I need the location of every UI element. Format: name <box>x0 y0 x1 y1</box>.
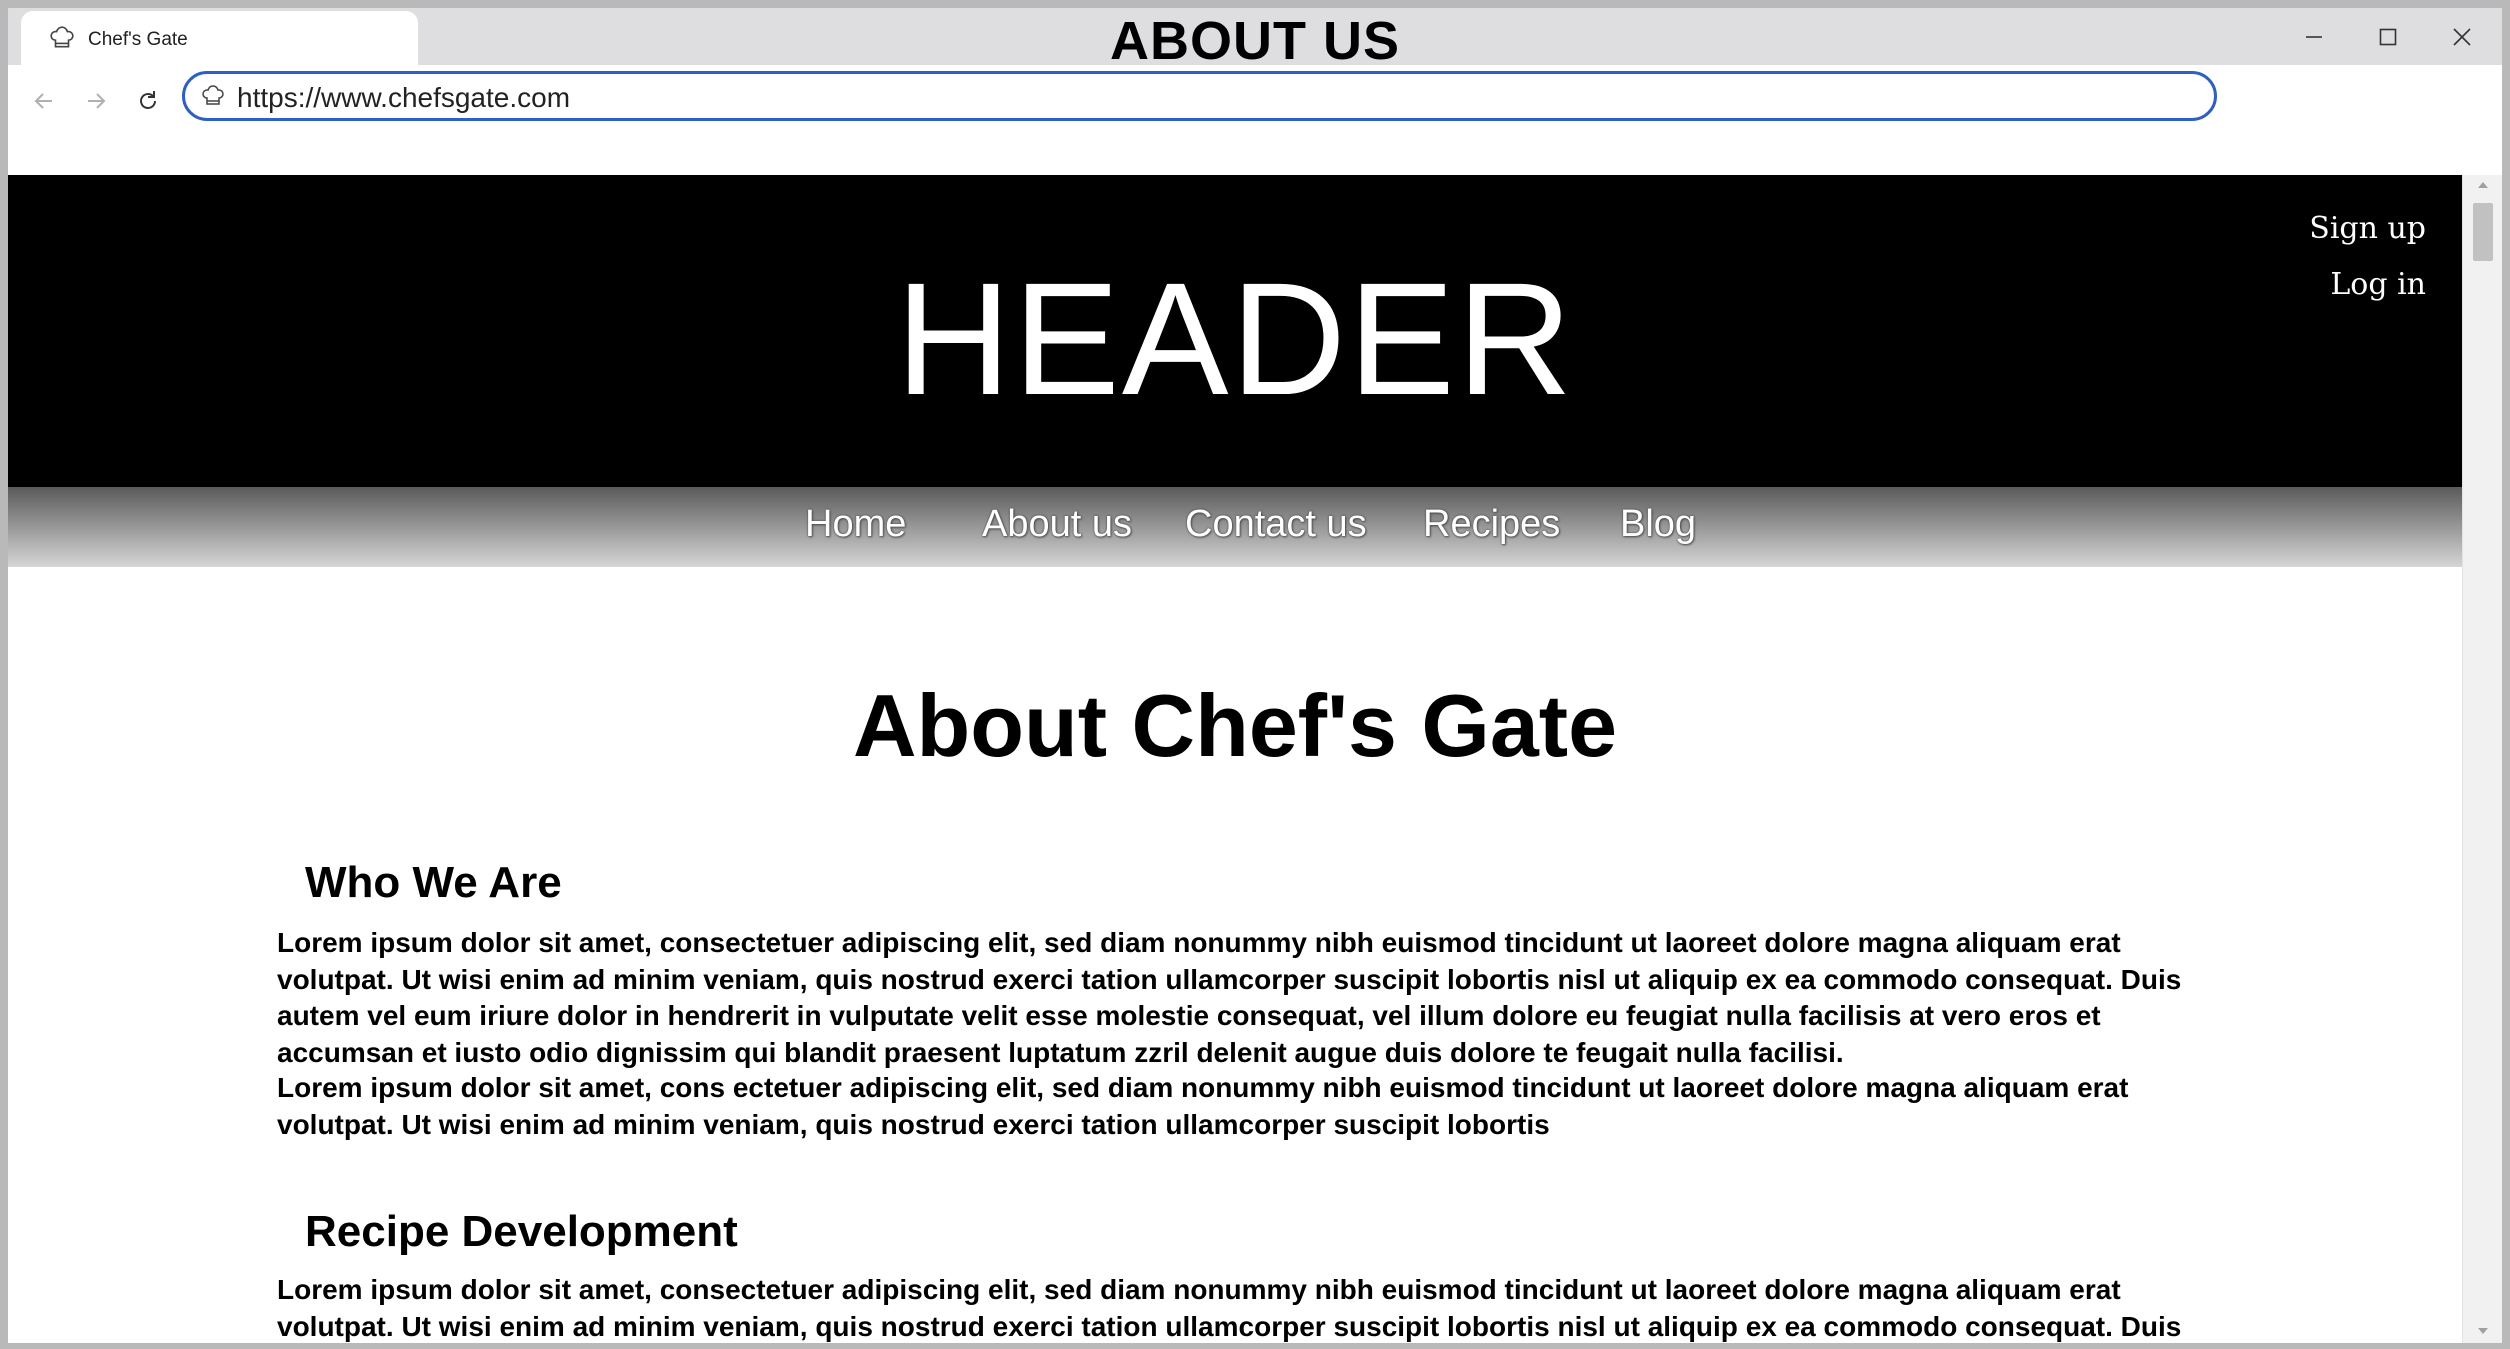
nav-about-us[interactable]: About us <box>982 503 1132 546</box>
scrollbar-thumb[interactable] <box>2473 203 2493 261</box>
site-nav: Home About us Contact us Recipes Blog <box>8 487 2462 567</box>
paragraph: Lorem ipsum dolor sit amet, consectetuer… <box>277 1274 2182 1342</box>
section-heading-who-we-are: Who We Are <box>305 858 562 907</box>
forward-button[interactable] <box>74 79 118 123</box>
paragraph: Lorem ipsum dolor sit amet, cons ectetue… <box>277 1072 2129 1140</box>
nav-contact-us[interactable]: Contact us <box>1185 503 1367 546</box>
reload-icon <box>140 91 156 109</box>
close-button[interactable] <box>2434 14 2490 60</box>
vertical-scrollbar[interactable] <box>2462 175 2502 1343</box>
scroll-down-icon[interactable] <box>2475 1325 2491 1337</box>
close-icon <box>2453 28 2471 46</box>
paragraph: Lorem ipsum dolor sit amet, consectetuer… <box>277 927 2182 1068</box>
minimize-icon <box>2306 36 2322 38</box>
maximize-icon <box>2379 28 2397 46</box>
login-link[interactable]: Log in <box>2330 267 2426 302</box>
back-button[interactable] <box>22 79 66 123</box>
signup-link[interactable]: Sign up <box>2309 211 2426 246</box>
forward-arrow-icon <box>88 93 106 109</box>
section-heading-recipe-development: Recipe Development <box>305 1207 738 1256</box>
scroll-up-icon[interactable] <box>2475 179 2491 191</box>
window-title: ABOUT US <box>1110 11 1400 71</box>
web-page: HEADER Sign up Log in Home About us Cont… <box>8 175 2462 1343</box>
browser-window: Chef's Gate ABOUT US https://www.chefsga… <box>8 8 2502 1343</box>
nav-recipes[interactable]: Recipes <box>1423 503 1560 546</box>
minimize-button[interactable] <box>2286 14 2342 60</box>
url-input[interactable]: https://www.chefsgate.com <box>182 71 2217 121</box>
reload-button[interactable] <box>126 79 170 123</box>
site-header: HEADER Sign up Log in <box>8 175 2462 487</box>
page-viewport: HEADER Sign up Log in Home About us Cont… <box>8 175 2502 1343</box>
title-bar: Chef's Gate ABOUT US <box>8 8 2502 71</box>
address-bar: https://www.chefsgate.com <box>8 65 2502 183</box>
maximize-button[interactable] <box>2360 14 2416 60</box>
chef-hat-icon <box>201 84 225 108</box>
header-text: HEADER <box>895 249 1575 428</box>
url-text: https://www.chefsgate.com <box>237 82 571 113</box>
nav-home[interactable]: Home <box>805 503 906 546</box>
page-title: About Chef's Gate <box>852 676 1618 775</box>
nav-blog[interactable]: Blog <box>1620 503 1696 546</box>
back-arrow-icon <box>34 93 52 109</box>
